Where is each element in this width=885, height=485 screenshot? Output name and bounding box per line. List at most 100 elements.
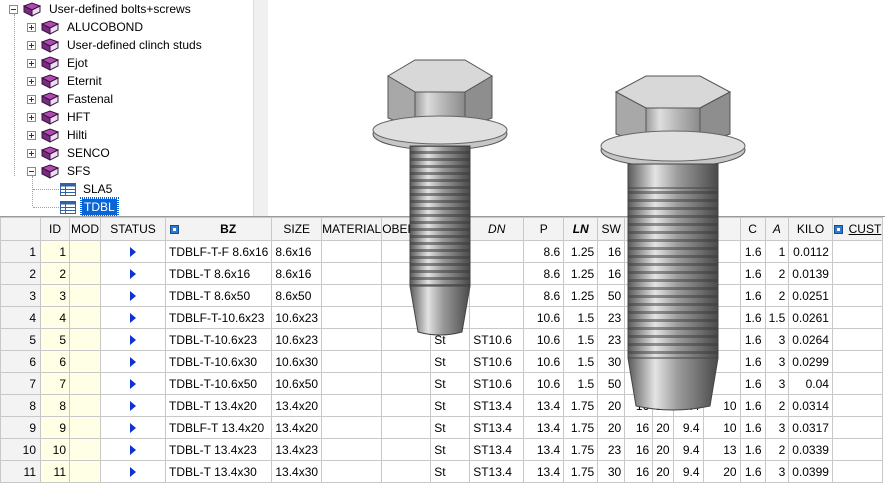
tree-scrollbar[interactable] bbox=[253, 0, 268, 216]
cell-p[interactable]: 1.5 bbox=[563, 328, 599, 351]
cell-dn[interactable]: 10.6 bbox=[523, 328, 565, 351]
corner-cell[interactable] bbox=[0, 217, 41, 241]
cell-p[interactable]: 1.5 bbox=[563, 350, 599, 373]
cell-size[interactable]: 8.6x50 bbox=[271, 284, 323, 307]
collapse-icon[interactable] bbox=[27, 166, 36, 176]
cell-mod[interactable] bbox=[69, 372, 101, 395]
cell-dn[interactable]: 13.4 bbox=[523, 438, 565, 461]
cell-sw[interactable]: 16 bbox=[624, 460, 654, 483]
cell-dn[interactable]: 13.4 bbox=[523, 460, 565, 483]
col-header-ln[interactable]: LN bbox=[563, 217, 599, 241]
cell-kilo[interactable]: 0.0317 bbox=[788, 416, 833, 439]
cell-size[interactable]: 10.6x23 bbox=[271, 306, 323, 329]
row-header[interactable]: 2 bbox=[0, 262, 41, 285]
cell-material[interactable] bbox=[321, 372, 383, 395]
tree-item-ejot[interactable]: Ejot bbox=[27, 54, 90, 72]
expand-icon[interactable] bbox=[27, 22, 36, 32]
cell-a[interactable]: 2 bbox=[764, 394, 790, 417]
row-header[interactable]: 8 bbox=[0, 394, 41, 417]
table-row[interactable]: 10 10 TDBL-T 13.4x23 13.4x23 St ST13.4 13.4 1.7… bbox=[0, 438, 883, 461]
table-row[interactable]: 6 6 TDBL-T-10.6x30 10.6x30 St ST10.6 10.6 1.5 30… bbox=[0, 350, 883, 373]
cell-p[interactable]: 1.25 bbox=[563, 240, 599, 263]
cell-size[interactable]: 8.6x16 bbox=[271, 262, 323, 285]
cell-cust[interactable] bbox=[831, 372, 883, 395]
cell-p[interactable]: 1.75 bbox=[563, 438, 599, 461]
cell-status[interactable] bbox=[100, 438, 166, 461]
expand-icon[interactable] bbox=[27, 130, 36, 140]
cell-dn[interactable]: 13.4 bbox=[523, 394, 565, 417]
cell-kilo[interactable]: 0.04 bbox=[788, 372, 833, 395]
cell-p[interactable]: 1.25 bbox=[563, 262, 599, 285]
cell-mod[interactable] bbox=[69, 438, 101, 461]
tree-view[interactable]: User-defined bolts+screws ALUCOBOND User… bbox=[0, 0, 253, 217]
tree-item-hft[interactable]: HFT bbox=[27, 108, 92, 126]
cell-size[interactable]: 10.6x30 bbox=[271, 350, 323, 373]
col-header-p[interactable]: P bbox=[523, 217, 565, 241]
cell-id[interactable]: 3 bbox=[40, 284, 70, 307]
cell-id[interactable]: 2 bbox=[40, 262, 70, 285]
cell-hidden2[interactable]: 9.4 bbox=[672, 416, 704, 439]
tree-item-fastenal[interactable]: Fastenal bbox=[27, 90, 115, 108]
cell-id[interactable]: 6 bbox=[40, 350, 70, 373]
cell-a[interactable]: 3 bbox=[764, 460, 790, 483]
cell-bz[interactable]: TDBL-T 13.4x23 bbox=[164, 438, 273, 461]
cell-dn[interactable]: 10.6 bbox=[523, 306, 565, 329]
row-header[interactable]: 9 bbox=[0, 416, 41, 439]
cell-size[interactable]: 8.6x16 bbox=[271, 240, 323, 263]
tree-item-sfs[interactable]: SFS bbox=[27, 162, 92, 180]
tree-item-tdbl[interactable]: TDBL bbox=[60, 197, 119, 217]
cell-bz[interactable]: TDBL-T 13.4x20 bbox=[164, 394, 273, 417]
cell-cust[interactable] bbox=[831, 262, 883, 285]
cell-cust[interactable] bbox=[831, 284, 883, 307]
cell-material-b[interactable]: St bbox=[430, 372, 471, 395]
col-header-size[interactable]: SIZE bbox=[271, 217, 323, 241]
cell-hidden1[interactable]: 20 bbox=[652, 438, 674, 461]
cell-kilo[interactable]: 0.0339 bbox=[788, 438, 833, 461]
cell-a[interactable]: 1.5 bbox=[764, 306, 790, 329]
cell-bz[interactable]: TDBLF-T-F 8.6x16 bbox=[164, 240, 273, 263]
cell-bz[interactable]: TDBL-T 8.6x50 bbox=[164, 284, 273, 307]
cell-p[interactable]: 1.5 bbox=[563, 306, 599, 329]
cell-mod[interactable] bbox=[69, 394, 101, 417]
cell-sw[interactable]: 16 bbox=[624, 416, 654, 439]
cell-mod[interactable] bbox=[69, 460, 101, 483]
col-header-status[interactable]: STATUS bbox=[100, 217, 166, 241]
cell-hidden3[interactable]: 20 bbox=[702, 460, 741, 483]
cell-status[interactable] bbox=[100, 262, 166, 285]
row-header[interactable]: 6 bbox=[0, 350, 41, 373]
expand-icon[interactable] bbox=[27, 148, 36, 158]
tree-item-eternit[interactable]: Eternit bbox=[27, 72, 104, 90]
cell-dn[interactable]: 8.6 bbox=[523, 284, 565, 307]
tree-item-senco[interactable]: SENCO bbox=[27, 144, 112, 162]
cell-id[interactable]: 1 bbox=[40, 240, 70, 263]
cell-status[interactable] bbox=[100, 328, 166, 351]
cell-kilo[interactable]: 0.0399 bbox=[788, 460, 833, 483]
cell-status[interactable] bbox=[100, 416, 166, 439]
cell-hidden2[interactable]: 9.4 bbox=[672, 438, 704, 461]
tree-item-sla5[interactable]: SLA5 bbox=[60, 180, 114, 198]
cell-size[interactable]: 13.4x23 bbox=[271, 438, 323, 461]
cell-size[interactable]: 10.6x50 bbox=[271, 372, 323, 395]
cell-id[interactable]: 8 bbox=[40, 394, 70, 417]
cell-hidden2[interactable]: 9.4 bbox=[672, 460, 704, 483]
cell-c[interactable]: 1.6 bbox=[739, 438, 766, 461]
col-header-bz[interactable]: BZ bbox=[164, 217, 273, 241]
cell-status[interactable] bbox=[100, 372, 166, 395]
cell-material[interactable] bbox=[321, 460, 383, 483]
cell-oberfl[interactable]: ST13.4 bbox=[469, 394, 525, 417]
cell-kilo[interactable]: 0.0299 bbox=[788, 350, 833, 373]
collapse-icon[interactable] bbox=[9, 4, 18, 14]
cell-kilo[interactable]: 0.0251 bbox=[788, 284, 833, 307]
cell-material-b[interactable]: St bbox=[430, 394, 471, 417]
row-header[interactable]: 10 bbox=[0, 438, 41, 461]
cell-hidden3[interactable]: 13 bbox=[702, 438, 741, 461]
cell-mod[interactable] bbox=[69, 416, 101, 439]
expand-icon[interactable] bbox=[27, 76, 36, 86]
cell-status[interactable] bbox=[100, 350, 166, 373]
cell-material-b[interactable]: St bbox=[430, 350, 471, 373]
cell-cust[interactable] bbox=[831, 240, 883, 263]
tree-item-alucobond[interactable]: ALUCOBOND bbox=[27, 18, 145, 36]
table-row[interactable]: 8 8 TDBL-T 13.4x20 13.4x20 St ST13.4 13.4 1.75 2… bbox=[0, 394, 883, 417]
cell-material[interactable] bbox=[321, 438, 383, 461]
cell-blank[interactable] bbox=[381, 394, 432, 417]
